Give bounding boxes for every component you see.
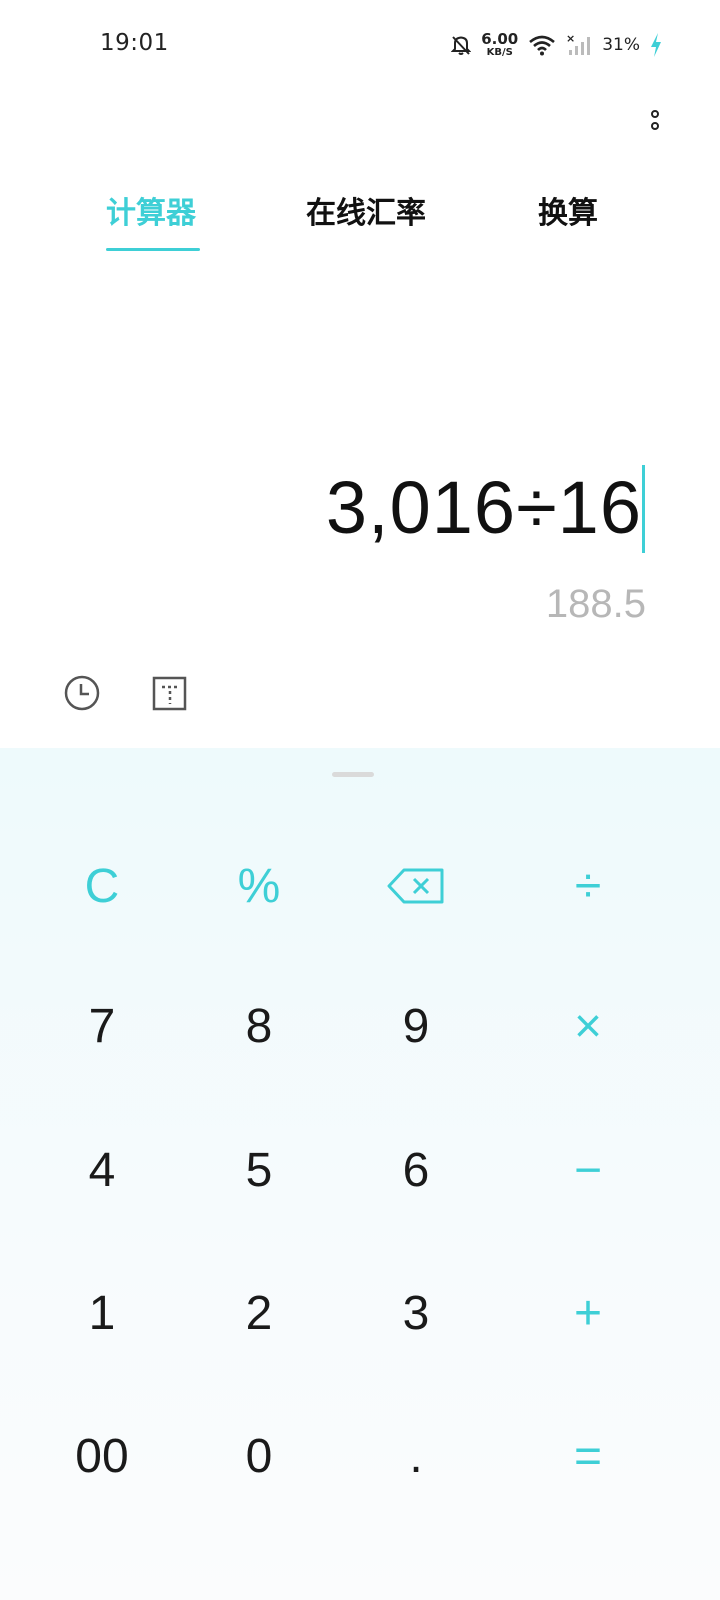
digit-5-button[interactable]: 5 bbox=[179, 1110, 339, 1230]
net-speed-value: 6.00 bbox=[481, 30, 519, 48]
digit-8-button[interactable]: 8 bbox=[179, 966, 339, 1086]
clear-button[interactable]: C bbox=[22, 826, 182, 946]
bell-muted-icon bbox=[451, 36, 472, 55]
digit-2-button[interactable]: 2 bbox=[179, 1253, 339, 1373]
tab-bar: 计算器 在线汇率 换算 bbox=[0, 180, 720, 260]
percent-button[interactable]: % bbox=[179, 826, 339, 946]
digit-9-button[interactable]: 9 bbox=[336, 966, 496, 1086]
text-cursor bbox=[642, 465, 645, 553]
scientific-mode-button[interactable] bbox=[150, 673, 190, 713]
charging-bolt-icon bbox=[651, 33, 661, 57]
clock-icon bbox=[64, 675, 100, 711]
plus-button[interactable]: + bbox=[508, 1253, 668, 1373]
scientific-grid-icon bbox=[152, 676, 187, 711]
battery-percent: 31% bbox=[602, 35, 640, 55]
more-dot-icon bbox=[651, 122, 659, 130]
divide-button[interactable]: ÷ bbox=[508, 826, 668, 946]
wifi-icon bbox=[529, 35, 556, 56]
more-dot-icon bbox=[651, 110, 659, 118]
multiply-button[interactable]: × bbox=[508, 966, 668, 1086]
digit-6-button[interactable]: 6 bbox=[336, 1110, 496, 1230]
status-bar: 19:01 6.00 KB/S × 31% bbox=[0, 0, 720, 90]
double-zero-button[interactable]: 00 bbox=[22, 1396, 182, 1516]
digit-3-button[interactable]: 3 bbox=[336, 1253, 496, 1373]
digit-0-button[interactable]: 0 bbox=[179, 1396, 339, 1516]
keypad: C % ÷ 7 8 9 × 4 5 6 − 1 2 3 + 00 0 . = bbox=[0, 748, 720, 1600]
backspace-icon bbox=[387, 868, 444, 904]
tab-conversion[interactable]: 换算 bbox=[538, 188, 598, 232]
expression-display[interactable]: 3,016÷16 bbox=[326, 465, 642, 550]
net-speed: 6.00 KB/S bbox=[481, 32, 518, 58]
tab-calculator[interactable]: 计算器 bbox=[106, 188, 196, 232]
more-options-button[interactable] bbox=[640, 100, 670, 140]
digit-7-button[interactable]: 7 bbox=[22, 966, 182, 1086]
result-preview: 188.5 bbox=[545, 582, 646, 626]
tab-exchange-rate[interactable]: 在线汇率 bbox=[306, 188, 426, 232]
net-speed-unit: KB/S bbox=[486, 47, 513, 58]
equals-button[interactable]: = bbox=[508, 1396, 668, 1516]
decimal-button[interactable]: . bbox=[336, 1396, 496, 1516]
active-tab-indicator bbox=[106, 248, 200, 251]
status-icons: 6.00 KB/S × 31% bbox=[451, 28, 662, 62]
backspace-button[interactable] bbox=[336, 826, 496, 946]
signal-icon: × bbox=[566, 33, 591, 55]
status-time: 19:01 bbox=[100, 30, 169, 56]
digit-4-button[interactable]: 4 bbox=[22, 1110, 182, 1230]
minus-button[interactable]: − bbox=[508, 1110, 668, 1230]
keypad-drag-handle[interactable] bbox=[332, 772, 374, 777]
svg-text:×: × bbox=[566, 33, 575, 45]
digit-1-button[interactable]: 1 bbox=[22, 1253, 182, 1373]
history-button[interactable] bbox=[62, 673, 102, 713]
